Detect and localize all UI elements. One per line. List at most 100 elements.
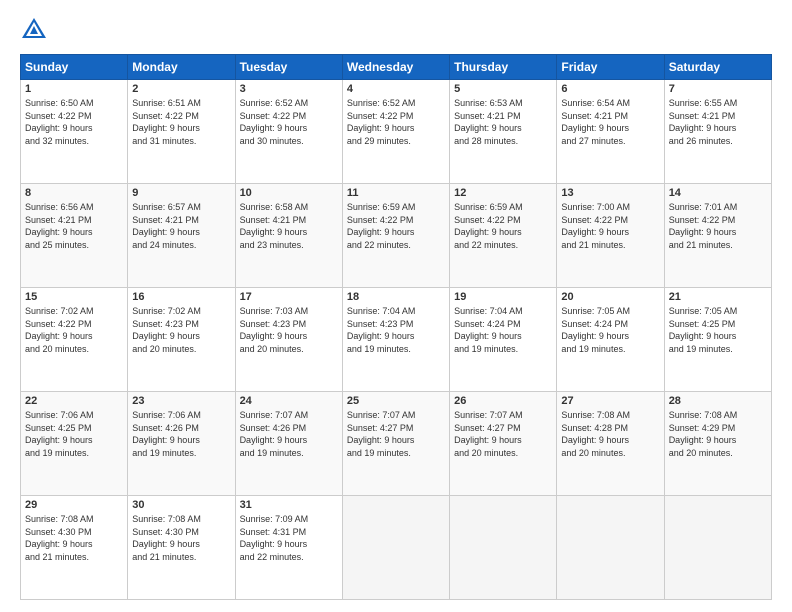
day-number: 3: [240, 83, 338, 95]
day-info: Sunrise: 7:02 AM Sunset: 4:22 PM Dayligh…: [25, 305, 123, 355]
day-info: Sunrise: 7:02 AM Sunset: 4:23 PM Dayligh…: [132, 305, 230, 355]
day-number: 28: [669, 395, 767, 407]
day-number: 19: [454, 291, 552, 303]
day-info: Sunrise: 7:08 AM Sunset: 4:28 PM Dayligh…: [561, 409, 659, 459]
day-number: 22: [25, 395, 123, 407]
calendar-cell: 10 Sunrise: 6:58 AM Sunset: 4:21 PM Dayli…: [235, 184, 342, 288]
calendar-table: SundayMondayTuesdayWednesdayThursdayFrid…: [20, 54, 772, 600]
day-number: 1: [25, 83, 123, 95]
day-number: 9: [132, 187, 230, 199]
calendar-cell: 17 Sunrise: 7:03 AM Sunset: 4:23 PM Dayli…: [235, 288, 342, 392]
day-number: 12: [454, 187, 552, 199]
day-number: 25: [347, 395, 445, 407]
day-number: 20: [561, 291, 659, 303]
calendar-cell: 27 Sunrise: 7:08 AM Sunset: 4:28 PM Dayli…: [557, 392, 664, 496]
day-info: Sunrise: 7:03 AM Sunset: 4:23 PM Dayligh…: [240, 305, 338, 355]
header: [20, 16, 772, 44]
day-number: 31: [240, 499, 338, 511]
day-number: 15: [25, 291, 123, 303]
day-number: 10: [240, 187, 338, 199]
calendar-week-row: 1 Sunrise: 6:50 AM Sunset: 4:22 PM Daylig…: [21, 80, 772, 184]
day-info: Sunrise: 6:59 AM Sunset: 4:22 PM Dayligh…: [347, 201, 445, 251]
day-number: 24: [240, 395, 338, 407]
day-number: 21: [669, 291, 767, 303]
day-number: 30: [132, 499, 230, 511]
day-info: Sunrise: 7:07 AM Sunset: 4:27 PM Dayligh…: [454, 409, 552, 459]
calendar-header-monday: Monday: [128, 55, 235, 80]
calendar-cell: 16 Sunrise: 7:02 AM Sunset: 4:23 PM Dayli…: [128, 288, 235, 392]
calendar-cell: 18Sunrise: 7:04 AM Sunset: 4:23 PM Dayli…: [342, 288, 449, 392]
day-info: Sunrise: 7:08 AM Sunset: 4:29 PM Dayligh…: [669, 409, 767, 459]
calendar-cell: 28 Sunrise: 7:08 AM Sunset: 4:29 PM Dayli…: [664, 392, 771, 496]
calendar-header-row: SundayMondayTuesdayWednesdayThursdayFrid…: [21, 55, 772, 80]
calendar-cell: 9Sunrise: 6:57 AM Sunset: 4:21 PM Daylig…: [128, 184, 235, 288]
day-info: Sunrise: 7:07 AM Sunset: 4:26 PM Dayligh…: [240, 409, 338, 459]
calendar-cell: [450, 496, 557, 600]
day-number: 18: [347, 291, 445, 303]
day-info: Sunrise: 6:51 AM Sunset: 4:22 PM Dayligh…: [132, 97, 230, 147]
day-number: 11: [347, 187, 445, 199]
day-info: Sunrise: 7:06 AM Sunset: 4:25 PM Dayligh…: [25, 409, 123, 459]
day-info: Sunrise: 7:01 AM Sunset: 4:22 PM Dayligh…: [669, 201, 767, 251]
day-info: Sunrise: 6:52 AM Sunset: 4:22 PM Dayligh…: [347, 97, 445, 147]
calendar-cell: 24 Sunrise: 7:07 AM Sunset: 4:26 PM Dayli…: [235, 392, 342, 496]
logo: [20, 16, 52, 44]
calendar-cell: 8 Sunrise: 6:56 AM Sunset: 4:21 PM Daylig…: [21, 184, 128, 288]
day-number: 27: [561, 395, 659, 407]
calendar-cell: [664, 496, 771, 600]
day-number: 26: [454, 395, 552, 407]
calendar-header-wednesday: Wednesday: [342, 55, 449, 80]
calendar-cell: [342, 496, 449, 600]
calendar-cell: 20 Sunrise: 7:05 AM Sunset: 4:24 PM Dayli…: [557, 288, 664, 392]
calendar-cell: [557, 496, 664, 600]
calendar-week-row: 15 Sunrise: 7:02 AM Sunset: 4:22 PM Dayli…: [21, 288, 772, 392]
day-info: Sunrise: 6:58 AM Sunset: 4:21 PM Dayligh…: [240, 201, 338, 251]
day-number: 17: [240, 291, 338, 303]
calendar-header-friday: Friday: [557, 55, 664, 80]
calendar-cell: 6 Sunrise: 6:54 AM Sunset: 4:21 PM Daylig…: [557, 80, 664, 184]
calendar-week-row: 22 Sunrise: 7:06 AM Sunset: 4:25 PM Dayli…: [21, 392, 772, 496]
day-info: Sunrise: 6:50 AM Sunset: 4:22 PM Dayligh…: [25, 97, 123, 147]
day-number: 2: [132, 83, 230, 95]
calendar-cell: 11 Sunrise: 6:59 AM Sunset: 4:22 PM Dayli…: [342, 184, 449, 288]
calendar-cell: 2 Sunrise: 6:51 AM Sunset: 4:22 PM Daylig…: [128, 80, 235, 184]
calendar-week-row: 29 Sunrise: 7:08 AM Sunset: 4:30 PM Dayli…: [21, 496, 772, 600]
calendar-cell: 23Sunrise: 7:06 AM Sunset: 4:26 PM Dayli…: [128, 392, 235, 496]
day-info: Sunrise: 6:56 AM Sunset: 4:21 PM Dayligh…: [25, 201, 123, 251]
day-info: Sunrise: 7:05 AM Sunset: 4:25 PM Dayligh…: [669, 305, 767, 355]
calendar-cell: 26 Sunrise: 7:07 AM Sunset: 4:27 PM Dayli…: [450, 392, 557, 496]
calendar-cell: 31 Sunrise: 7:09 AM Sunset: 4:31 PM Dayli…: [235, 496, 342, 600]
day-info: Sunrise: 6:52 AM Sunset: 4:22 PM Dayligh…: [240, 97, 338, 147]
calendar-cell: 30 Sunrise: 7:08 AM Sunset: 4:30 PM Dayli…: [128, 496, 235, 600]
day-info: Sunrise: 6:59 AM Sunset: 4:22 PM Dayligh…: [454, 201, 552, 251]
day-info: Sunrise: 7:08 AM Sunset: 4:30 PM Dayligh…: [132, 513, 230, 563]
calendar-cell: 7 Sunrise: 6:55 AM Sunset: 4:21 PM Daylig…: [664, 80, 771, 184]
day-number: 14: [669, 187, 767, 199]
calendar-cell: 14 Sunrise: 7:01 AM Sunset: 4:22 PM Dayli…: [664, 184, 771, 288]
day-info: Sunrise: 6:53 AM Sunset: 4:21 PM Dayligh…: [454, 97, 552, 147]
calendar-cell: 1 Sunrise: 6:50 AM Sunset: 4:22 PM Daylig…: [21, 80, 128, 184]
day-number: 16: [132, 291, 230, 303]
calendar-cell: 5Sunrise: 6:53 AM Sunset: 4:21 PM Daylig…: [450, 80, 557, 184]
day-number: 7: [669, 83, 767, 95]
day-number: 6: [561, 83, 659, 95]
day-number: 8: [25, 187, 123, 199]
calendar-cell: 21 Sunrise: 7:05 AM Sunset: 4:25 PM Dayli…: [664, 288, 771, 392]
calendar-cell: 12 Sunrise: 6:59 AM Sunset: 4:22 PM Dayli…: [450, 184, 557, 288]
day-number: 23: [132, 395, 230, 407]
day-info: Sunrise: 7:04 AM Sunset: 4:24 PM Dayligh…: [454, 305, 552, 355]
day-info: Sunrise: 6:54 AM Sunset: 4:21 PM Dayligh…: [561, 97, 659, 147]
calendar-header-saturday: Saturday: [664, 55, 771, 80]
calendar-cell: 22 Sunrise: 7:06 AM Sunset: 4:25 PM Dayli…: [21, 392, 128, 496]
day-info: Sunrise: 7:05 AM Sunset: 4:24 PM Dayligh…: [561, 305, 659, 355]
page: SundayMondayTuesdayWednesdayThursdayFrid…: [0, 0, 792, 612]
calendar-header-sunday: Sunday: [21, 55, 128, 80]
day-number: 29: [25, 499, 123, 511]
calendar-week-row: 8 Sunrise: 6:56 AM Sunset: 4:21 PM Daylig…: [21, 184, 772, 288]
calendar-cell: 25 Sunrise: 7:07 AM Sunset: 4:27 PM Dayli…: [342, 392, 449, 496]
day-info: Sunrise: 7:07 AM Sunset: 4:27 PM Dayligh…: [347, 409, 445, 459]
day-info: Sunrise: 7:09 AM Sunset: 4:31 PM Dayligh…: [240, 513, 338, 563]
day-info: Sunrise: 6:55 AM Sunset: 4:21 PM Dayligh…: [669, 97, 767, 147]
day-number: 13: [561, 187, 659, 199]
calendar-cell: 4Sunrise: 6:52 AM Sunset: 4:22 PM Daylig…: [342, 80, 449, 184]
